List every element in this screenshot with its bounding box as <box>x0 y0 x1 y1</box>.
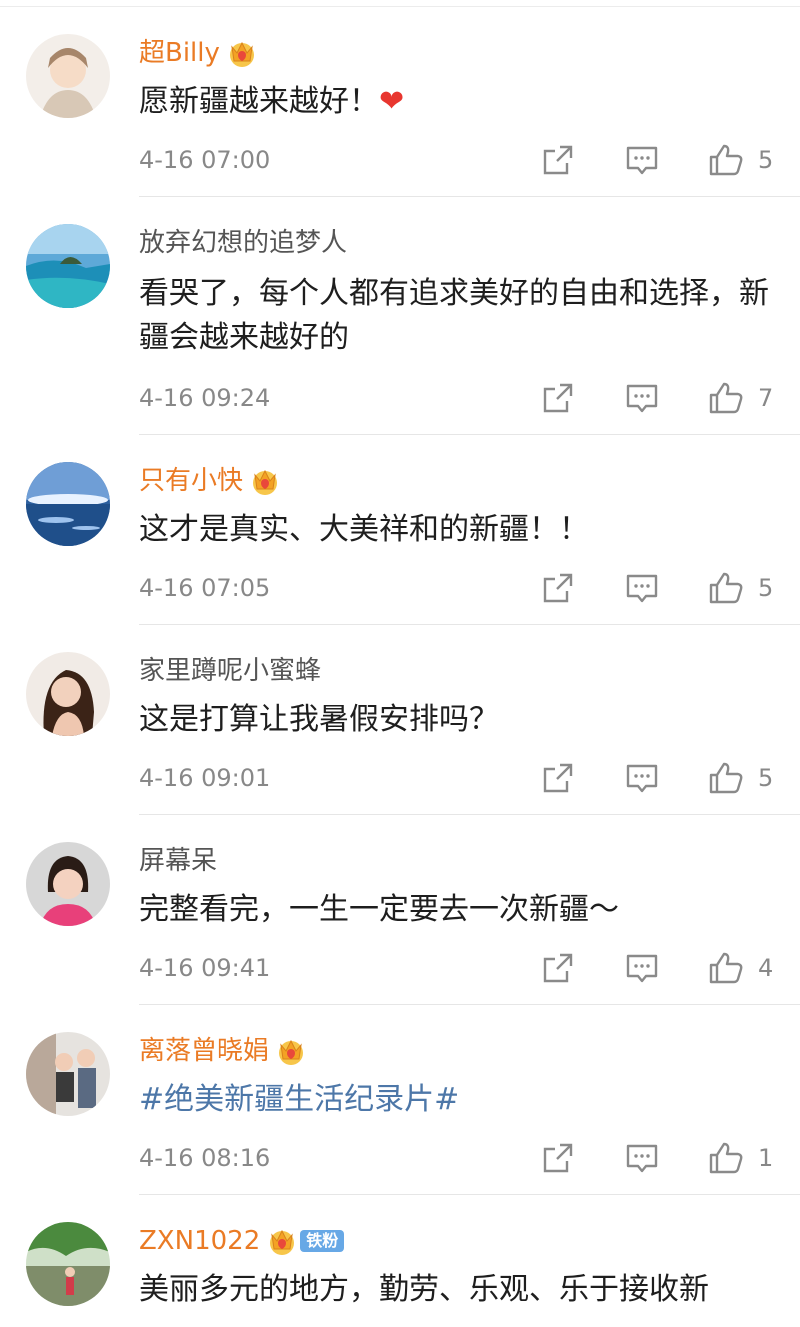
comment-text-body: 愿新疆越来越好！ <box>139 84 379 119</box>
like-count: 5 <box>758 574 774 602</box>
divider <box>139 196 800 197</box>
avatar[interactable] <box>26 224 110 308</box>
share-icon[interactable] <box>540 570 576 606</box>
thumbs-up-icon[interactable] <box>708 380 744 416</box>
username-text: 离落曾晓娟 <box>139 1036 270 1066</box>
comment-text: 看哭了，每个人都有追求美好的自由和选择，新疆会越来越好的 <box>139 276 769 355</box>
comment-icon[interactable] <box>624 950 660 986</box>
heart-emoji: ❤ <box>379 84 405 119</box>
username[interactable]: 只有小快 <box>139 464 281 498</box>
comment-meta: 4-16 07:05 5 <box>0 570 800 610</box>
thumbs-up-icon[interactable] <box>708 950 744 986</box>
comment-text: 这是打算让我暑假安排吗？ <box>139 702 499 737</box>
divider <box>139 1004 800 1005</box>
comment-icon[interactable] <box>624 760 660 796</box>
username-text: 屏幕呆 <box>139 846 218 876</box>
avatar[interactable] <box>26 34 110 118</box>
username-text: 家里蹲呢小蜜蜂 <box>139 656 322 686</box>
avatar[interactable] <box>26 652 110 736</box>
share-icon[interactable] <box>540 950 576 986</box>
comment-text: 完整看完，一生一定要去一次新疆～ <box>139 892 619 927</box>
comment-meta: 4-16 09:01 5 <box>0 760 800 800</box>
username[interactable]: 离落曾晓娟 <box>139 1034 307 1068</box>
comment-icon[interactable] <box>624 1140 660 1176</box>
username[interactable]: 超Billy <box>139 36 258 70</box>
username[interactable]: 放弃幻想的追梦人 <box>139 226 347 260</box>
thumbs-up-icon[interactable] <box>708 1140 744 1176</box>
avatar[interactable] <box>26 462 110 546</box>
username-text: 只有小快 <box>139 466 244 496</box>
share-icon[interactable] <box>540 142 576 178</box>
vip-crown-icon <box>226 37 258 69</box>
avatar[interactable] <box>26 1032 110 1116</box>
comment-meta: 4-16 08:16 1 <box>0 1140 800 1180</box>
comment-icon[interactable] <box>624 380 660 416</box>
timestamp: 4-16 07:00 <box>139 146 271 174</box>
share-icon[interactable] <box>540 1140 576 1176</box>
thumbs-up-icon[interactable] <box>708 570 744 606</box>
comment-meta: 4-16 07:00 5 <box>0 142 800 182</box>
avatar[interactable] <box>26 842 110 926</box>
share-icon[interactable] <box>540 760 576 796</box>
comment-icon[interactable] <box>624 142 660 178</box>
like-count: 4 <box>758 954 774 982</box>
vip-crown-icon <box>249 465 281 497</box>
divider <box>139 1194 800 1195</box>
thumbs-up-icon[interactable] <box>708 142 744 178</box>
like-count: 7 <box>758 384 774 412</box>
comment-text: 美丽多元的地方，勤劳、乐观、乐于接收新 <box>139 1272 709 1307</box>
divider <box>139 814 800 815</box>
timestamp: 4-16 09:24 <box>139 384 271 412</box>
timestamp: 4-16 07:05 <box>139 574 271 602</box>
comment-text: 愿新疆越来越好！❤ <box>139 80 779 124</box>
top-divider <box>0 6 800 7</box>
like-count: 5 <box>758 764 774 792</box>
hashtag-link[interactable]: #绝美新疆生活纪录片# <box>139 1078 779 1122</box>
timestamp: 4-16 08:16 <box>139 1144 271 1172</box>
like-count: 1 <box>758 1144 774 1172</box>
fan-badge: 铁粉 <box>300 1230 345 1252</box>
divider <box>139 624 800 625</box>
username-text: 超Billy <box>139 38 220 68</box>
username[interactable]: 家里蹲呢小蜜蜂 <box>139 654 321 688</box>
avatar[interactable] <box>26 1222 110 1306</box>
timestamp: 4-16 09:01 <box>139 764 271 792</box>
timestamp: 4-16 09:41 <box>139 954 271 982</box>
thumbs-up-icon[interactable] <box>708 760 744 796</box>
comment-icon[interactable] <box>624 570 660 606</box>
like-count: 5 <box>758 146 774 174</box>
comment-meta: 4-16 09:41 4 <box>0 950 800 990</box>
comment-text: 这才是真实、大美祥和的新疆！！ <box>139 512 589 547</box>
vip-crown-icon <box>266 1225 298 1257</box>
divider <box>139 434 800 435</box>
username[interactable]: ZXN1022 铁粉 <box>139 1224 345 1258</box>
username-text: 放弃幻想的追梦人 <box>139 228 348 258</box>
username[interactable]: 屏幕呆 <box>139 844 217 878</box>
comment-meta: 4-16 09:24 7 <box>0 380 800 420</box>
share-icon[interactable] <box>540 380 576 416</box>
username-text: ZXN1022 <box>139 1226 261 1256</box>
vip-crown-icon <box>275 1035 307 1067</box>
